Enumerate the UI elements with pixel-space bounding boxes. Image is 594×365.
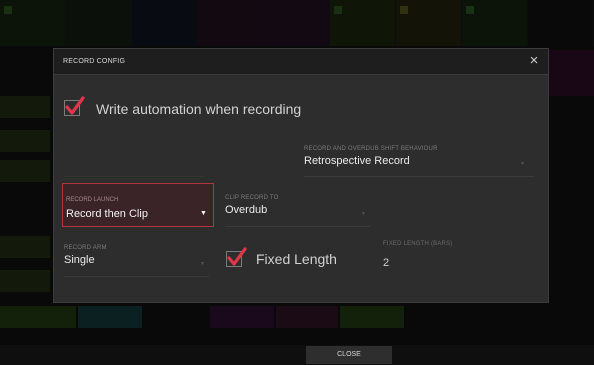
record-arm-label: RECORD ARM <box>64 245 107 251</box>
record-launch-label: RECORD LAUNCH <box>66 197 119 203</box>
clip-record-to-value: Overdub <box>225 204 268 216</box>
dialog-title: RECORD CONFIG <box>63 58 126 65</box>
field-divider <box>225 226 370 227</box>
close-icon[interactable]: × <box>526 53 542 69</box>
chevron-down-icon: ▼ <box>200 261 205 267</box>
disabled-option-field <box>64 146 194 152</box>
chevron-down-icon: ▼ <box>520 161 525 167</box>
chevron-down-icon: ▼ <box>200 210 207 217</box>
check-icon <box>227 247 247 266</box>
chevron-down-icon: ▼ <box>361 211 366 217</box>
fixed-length-bars-value: 2 <box>383 257 390 269</box>
write-automation-label: Write automation when recording <box>96 101 302 117</box>
close-button[interactable]: CLOSE <box>306 346 392 364</box>
clip-record-to-select[interactable]: CLIP RECORD TO Overdub <box>225 195 278 216</box>
record-arm-value: Single <box>64 254 95 266</box>
record-overdub-shift-select[interactable]: RECORD AND OVERDUB SHIFT BEHAVIOUR Retro… <box>304 146 438 167</box>
check-icon <box>65 96 85 115</box>
fixed-length-bars-label: FIXED LENGTH (BARS) <box>383 241 453 247</box>
write-automation-checkbox[interactable] <box>64 96 85 116</box>
record-overdub-shift-value: Retrospective Record <box>304 155 410 167</box>
record-arm-select[interactable]: RECORD ARM Single <box>64 245 107 266</box>
fixed-length-bars-field[interactable]: FIXED LENGTH (BARS) 2 <box>383 241 452 269</box>
field-divider <box>64 276 209 277</box>
footer-bar <box>0 345 594 365</box>
clip-record-to-label: CLIP RECORD TO <box>225 195 279 201</box>
fixed-length-checkbox[interactable] <box>226 247 247 267</box>
record-overdub-shift-label: RECORD AND OVERDUB SHIFT BEHAVIOUR <box>304 146 438 152</box>
record-launch-select[interactable]: RECORD LAUNCH Record then Clip ▼ <box>62 183 214 227</box>
record-launch-value: Record then Clip <box>66 208 148 220</box>
field-divider <box>304 176 534 177</box>
field-divider <box>64 176 204 177</box>
dialog-header: RECORD CONFIG × <box>54 49 548 75</box>
fixed-length-label: Fixed Length <box>256 251 337 267</box>
